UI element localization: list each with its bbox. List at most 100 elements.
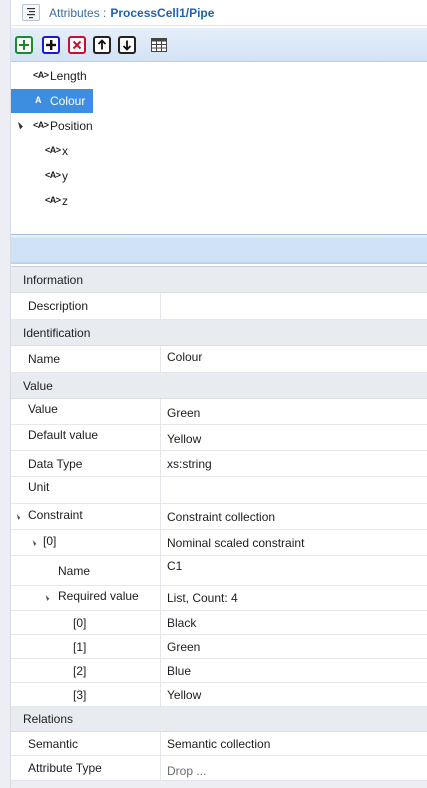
column-divider [160, 756, 161, 780]
panel-splitter[interactable] [11, 234, 427, 264]
expanded-chevron-icon[interactable] [14, 513, 21, 520]
title-label: Attributes : [49, 6, 107, 20]
column-divider [160, 425, 161, 450]
attribute-icon: <A> [33, 120, 49, 130]
column-divider [160, 732, 161, 755]
property-constraint-name[interactable]: Name C1 [11, 556, 427, 586]
property-semantic[interactable]: Semantic Semantic collection [11, 732, 427, 756]
property-name: Data Type [28, 456, 83, 471]
property-value[interactable]: Colour [167, 350, 202, 364]
left-panel-border [0, 0, 11, 788]
panel-title: Attributes : ProcessCell1/Pipe [49, 6, 214, 20]
property-name: [1] [73, 639, 87, 654]
column-divider [160, 556, 161, 585]
property-required-value-1[interactable]: [1] Green [11, 635, 427, 659]
attribute-tree: <A> Length A Colour <A> Position <A> x <… [11, 62, 427, 232]
property-value[interactable]: Yellow [167, 688, 201, 702]
property-required-value[interactable]: Required value List, Count: 4 [11, 586, 427, 611]
column-divider [160, 683, 161, 706]
property-name: Unit [28, 480, 50, 494]
add-child-attribute-button[interactable] [42, 36, 60, 54]
property-value[interactable]: Yellow [167, 432, 201, 446]
attribute-icon: <A> [45, 145, 61, 155]
property-constraint-0[interactable]: [0] Nominal scaled constraint [11, 530, 427, 556]
property-name: [2] [73, 663, 87, 678]
tree-item-label: Colour [50, 94, 86, 108]
property-name: Name [28, 352, 61, 366]
tree-item-length[interactable]: <A> Length [11, 64, 427, 88]
tree-item-position[interactable]: <A> Position [11, 114, 427, 138]
move-down-button[interactable] [118, 36, 136, 54]
tree-item-z[interactable]: <A> z [11, 189, 427, 213]
tree-item-label: y [62, 169, 68, 183]
tree-item-label: x [62, 144, 68, 158]
property-constraint[interactable]: Constraint Constraint collection [11, 504, 427, 530]
property-attribute-type[interactable]: Attribute Type Drop ... [11, 756, 427, 781]
column-divider [160, 586, 161, 610]
table-icon [151, 38, 167, 52]
category-information[interactable]: Information [11, 267, 427, 293]
property-description[interactable]: Description [11, 293, 427, 320]
property-name: Required value [58, 589, 139, 603]
expanded-chevron-icon[interactable] [43, 595, 50, 601]
category-identification[interactable]: Identification [11, 320, 427, 346]
tree-item-colour[interactable]: A Colour [11, 89, 427, 113]
property-value[interactable]: C1 [167, 559, 182, 573]
property-name-row[interactable]: Name Colour [11, 346, 427, 373]
column-divider [160, 346, 161, 372]
property-value[interactable]: Green [167, 640, 200, 654]
property-grid: Information Description Identification N… [11, 266, 427, 788]
tree-item-label: Position [50, 119, 93, 133]
property-default-value[interactable]: Default value Yellow [11, 425, 427, 451]
property-value[interactable]: xs:string [167, 457, 212, 471]
property-value[interactable]: List, Count: 4 [167, 591, 238, 605]
property-name: Default value [28, 428, 99, 442]
move-up-button[interactable] [93, 36, 111, 54]
title-path: ProcessCell1/Pipe [110, 6, 215, 20]
property-value[interactable]: Green [167, 406, 200, 420]
add-child-icon [46, 40, 56, 50]
category-value[interactable]: Value [11, 373, 427, 399]
tree-item-x[interactable]: <A> x [11, 139, 427, 163]
column-divider [160, 659, 161, 682]
property-required-value-2[interactable]: [2] Blue [11, 659, 427, 683]
property-name: Attribute Type [28, 761, 102, 775]
property-value[interactable]: Nominal scaled constraint [167, 536, 304, 550]
tree-item-label: z [62, 194, 68, 208]
property-value[interactable]: Blue [167, 664, 191, 678]
tree-item-y[interactable]: <A> y [11, 164, 427, 188]
expanded-chevron-icon[interactable] [15, 121, 23, 130]
column-divider [160, 399, 161, 424]
column-divider [160, 611, 161, 634]
drop-target-field[interactable]: Drop ... [167, 764, 206, 778]
property-required-value-3[interactable]: [3] Yellow [11, 683, 427, 707]
category-label: Relations [23, 712, 74, 726]
property-name: [0] [73, 615, 87, 630]
property-data-type[interactable]: Data Type xs:string [11, 451, 427, 477]
expanded-chevron-icon[interactable] [30, 539, 37, 546]
column-divider [160, 477, 161, 503]
property-value-row[interactable]: Value Green [11, 399, 427, 425]
delete-attribute-button[interactable] [68, 36, 86, 54]
attribute-icon: A [35, 95, 42, 105]
attributes-toolbar [11, 28, 427, 62]
column-divider [160, 635, 161, 658]
panel-title-bar: Attributes : ProcessCell1/Pipe [11, 0, 427, 26]
grid-footer [11, 781, 427, 788]
property-value[interactable]: Constraint collection [167, 510, 275, 524]
property-value[interactable]: Semantic collection [167, 737, 270, 751]
table-view-button[interactable] [151, 38, 167, 52]
column-divider [160, 504, 161, 529]
property-name: Name [58, 563, 91, 578]
column-divider [160, 530, 161, 555]
category-relations[interactable]: Relations [11, 707, 427, 732]
property-name: [3] [73, 687, 87, 702]
arrow-down-icon [122, 40, 132, 51]
column-divider [160, 451, 161, 476]
property-unit[interactable]: Unit [11, 477, 427, 504]
attributes-list-icon[interactable] [22, 4, 40, 21]
property-name: Description [28, 299, 89, 313]
property-required-value-0[interactable]: [0] Black [11, 611, 427, 635]
add-attribute-button[interactable] [15, 36, 33, 54]
property-value[interactable]: Black [167, 616, 196, 630]
